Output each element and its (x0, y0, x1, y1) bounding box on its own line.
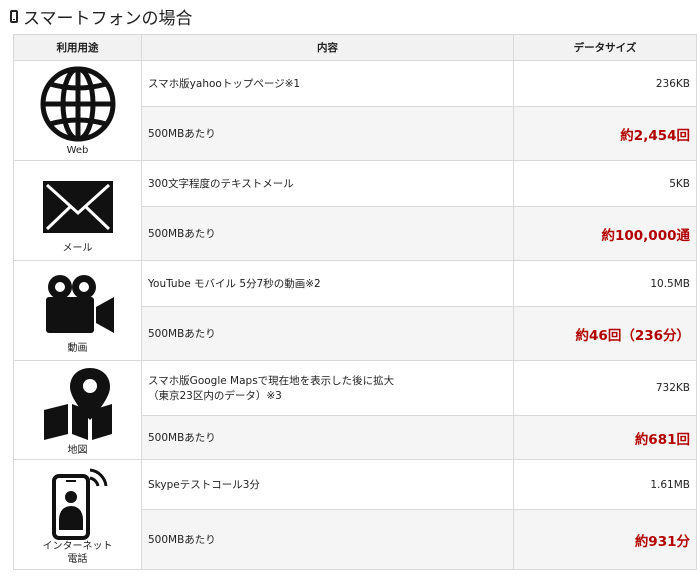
usage-label: Web (66, 145, 89, 156)
usage-cell-mail: メール (13, 160, 142, 261)
usage-cell-video: 動画 (13, 260, 142, 361)
usage-label: 地図 (67, 444, 88, 456)
content-item: スマホ版yahooトップページ※1 (141, 60, 514, 107)
usage-cell-map: 地図 (13, 360, 142, 460)
table-row: 動画 YouTube モバイル 5分7秒の動画※2 10.5MB (13, 260, 697, 361)
table-header-row: 利用用途 内容 データサイズ (13, 34, 697, 61)
result-value: 約931分 (513, 509, 697, 570)
envelope-icon (42, 180, 113, 233)
table-row: インターネット 電話 Skypeテストコール3分 1.61MB (13, 459, 697, 570)
table-row: Web スマホ版yahooトップページ※1 236KB (13, 60, 697, 161)
size-value: 5KB (513, 160, 697, 207)
table-row: メール 300文字程度のテキストメール 5KB (13, 160, 697, 261)
phone-call-icon (51, 468, 107, 540)
usage-cell-phone: インターネット 電話 (13, 459, 142, 570)
globe-icon (40, 66, 115, 142)
usage-label: 動画 (67, 342, 88, 354)
per-amount: 500MBあたり (141, 509, 514, 570)
size-value: 732KB (513, 360, 697, 416)
data-usage-table: 利用用途 内容 データサイズ Web スマホ版yahooトップページ※1 236… (13, 34, 697, 570)
header-usage: 利用用途 (13, 34, 142, 61)
map-pin-icon (43, 367, 112, 440)
content-item: YouTube モバイル 5分7秒の動画※2 (141, 260, 514, 307)
content-line-1: スマホ版Google Mapsで現在地を表示した後に拡大 (148, 375, 395, 387)
per-amount: 500MBあたり (141, 106, 514, 161)
per-amount: 500MBあたり (141, 306, 514, 361)
per-amount: 500MBあたり (141, 206, 514, 261)
page-title: スマートフォンの場合 (23, 8, 193, 29)
size-value: 1.61MB (513, 459, 697, 510)
result-value: 約681回 (513, 415, 697, 460)
table-row: 地図 スマホ版Google Mapsで現在地を表示した後に拡大 （東京23区内の… (13, 360, 697, 460)
content-line-2: （東京23区内のデータ）※3 (148, 390, 282, 402)
video-camera-icon (45, 274, 114, 333)
usage-label-line-2: 電話 (67, 553, 88, 565)
usage-label: インターネット (42, 540, 113, 552)
content-item: スマホ版Google Mapsで現在地を表示した後に拡大 （東京23区内のデータ… (141, 360, 514, 416)
result-value: 約100,000通 (513, 206, 697, 261)
content-item: 300文字程度のテキストメール (141, 160, 514, 207)
result-value: 約46回（236分） (513, 306, 697, 361)
usage-cell-web: Web (13, 60, 142, 161)
page-heading: スマートフォンの場合 (10, 4, 193, 29)
size-value: 10.5MB (513, 260, 697, 307)
size-value: 236KB (513, 60, 697, 107)
smartphone-icon (10, 9, 18, 23)
header-content: 内容 (141, 34, 514, 61)
header-size: データサイズ (513, 34, 697, 61)
result-value: 約2,454回 (513, 106, 697, 161)
per-amount: 500MBあたり (141, 415, 514, 460)
content-item: Skypeテストコール3分 (141, 459, 514, 510)
usage-label: メール (62, 242, 93, 254)
